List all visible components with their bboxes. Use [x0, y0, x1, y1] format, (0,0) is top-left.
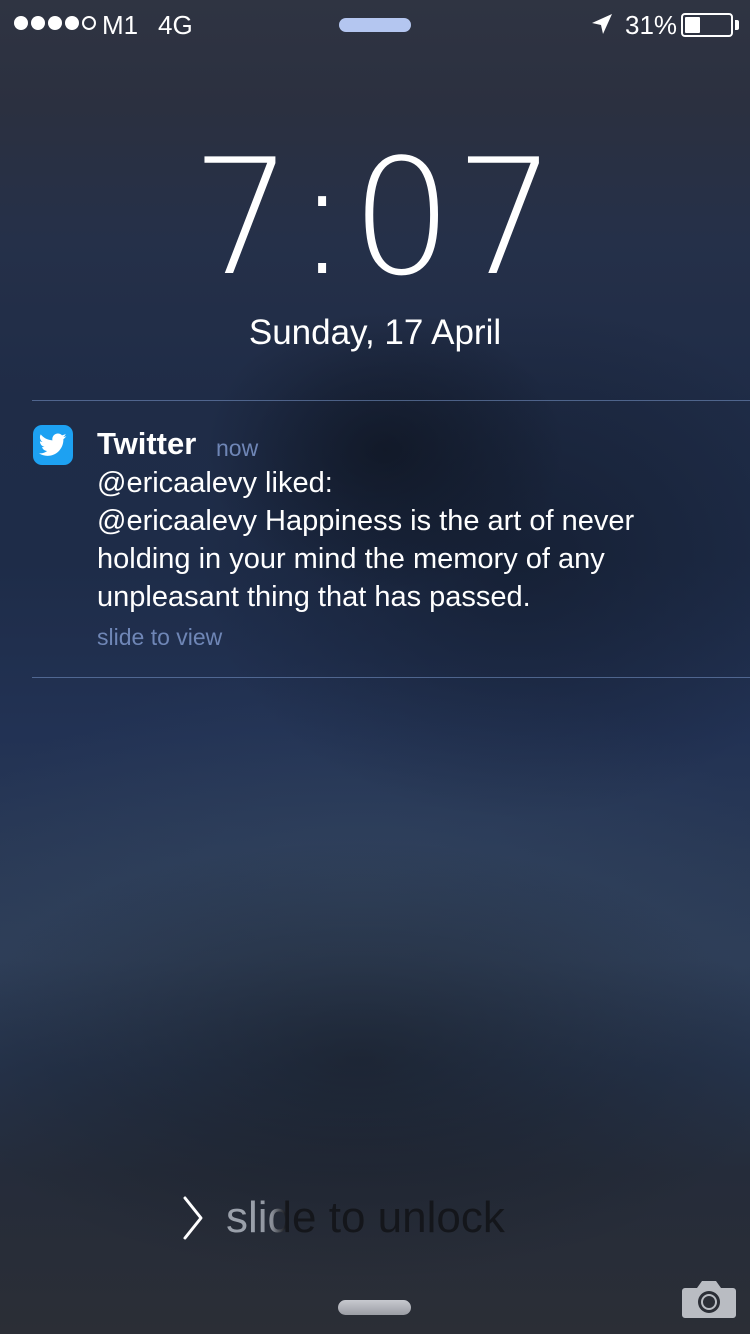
chevron-right-icon [183, 1196, 203, 1240]
notification-time: now [216, 435, 259, 461]
notification-message: @ericaalevy liked: @ericaalevy Happiness… [97, 464, 737, 616]
signal-dot [14, 16, 28, 30]
signal-strength-icon [14, 16, 96, 30]
notification-bottom-divider [32, 677, 750, 678]
notification-line: @ericaalevy Happiness is the art of neve… [97, 505, 635, 537]
slide-to-unlock-label: slide to unlock [226, 1188, 505, 1248]
twitter-notification[interactable]: Twitter now @ericaalevy liked: @ericaale… [0, 401, 750, 677]
battery-cap [735, 20, 739, 30]
signal-dot [65, 16, 79, 30]
slide-to-view-hint: slide to view [97, 624, 223, 650]
notification-center-grabber[interactable] [339, 18, 411, 32]
notification-app-name: Twitter [97, 426, 197, 461]
battery-percentage: 31% [625, 10, 678, 40]
twitter-bird-glyph [39, 433, 67, 456]
battery-icon [681, 13, 733, 37]
notification-line: holding in your mind the memory of any [97, 543, 605, 575]
location-arrow-icon [592, 14, 612, 34]
signal-dot [48, 16, 62, 30]
lock-screen-time: 7:07 [191, 124, 559, 311]
notification-line: @ericaalevy liked: [97, 467, 333, 499]
lock-screen-date: Sunday, 17 April [248, 313, 502, 352]
signal-dot [31, 16, 45, 30]
notification-line: unpleasant thing that has passed. [97, 581, 531, 613]
carrier-name: M1 [102, 10, 139, 40]
signal-dot-empty [82, 16, 96, 30]
network-type: 4G [158, 10, 193, 40]
twitter-bird-icon [33, 425, 73, 465]
battery-level-fill [685, 17, 700, 33]
slide-to-unlock[interactable]: slide to unlock [0, 1188, 750, 1248]
camera-icon[interactable] [681, 1276, 737, 1320]
status-bar: M1 4G 31% [0, 0, 750, 48]
control-center-grabber[interactable] [338, 1300, 411, 1315]
